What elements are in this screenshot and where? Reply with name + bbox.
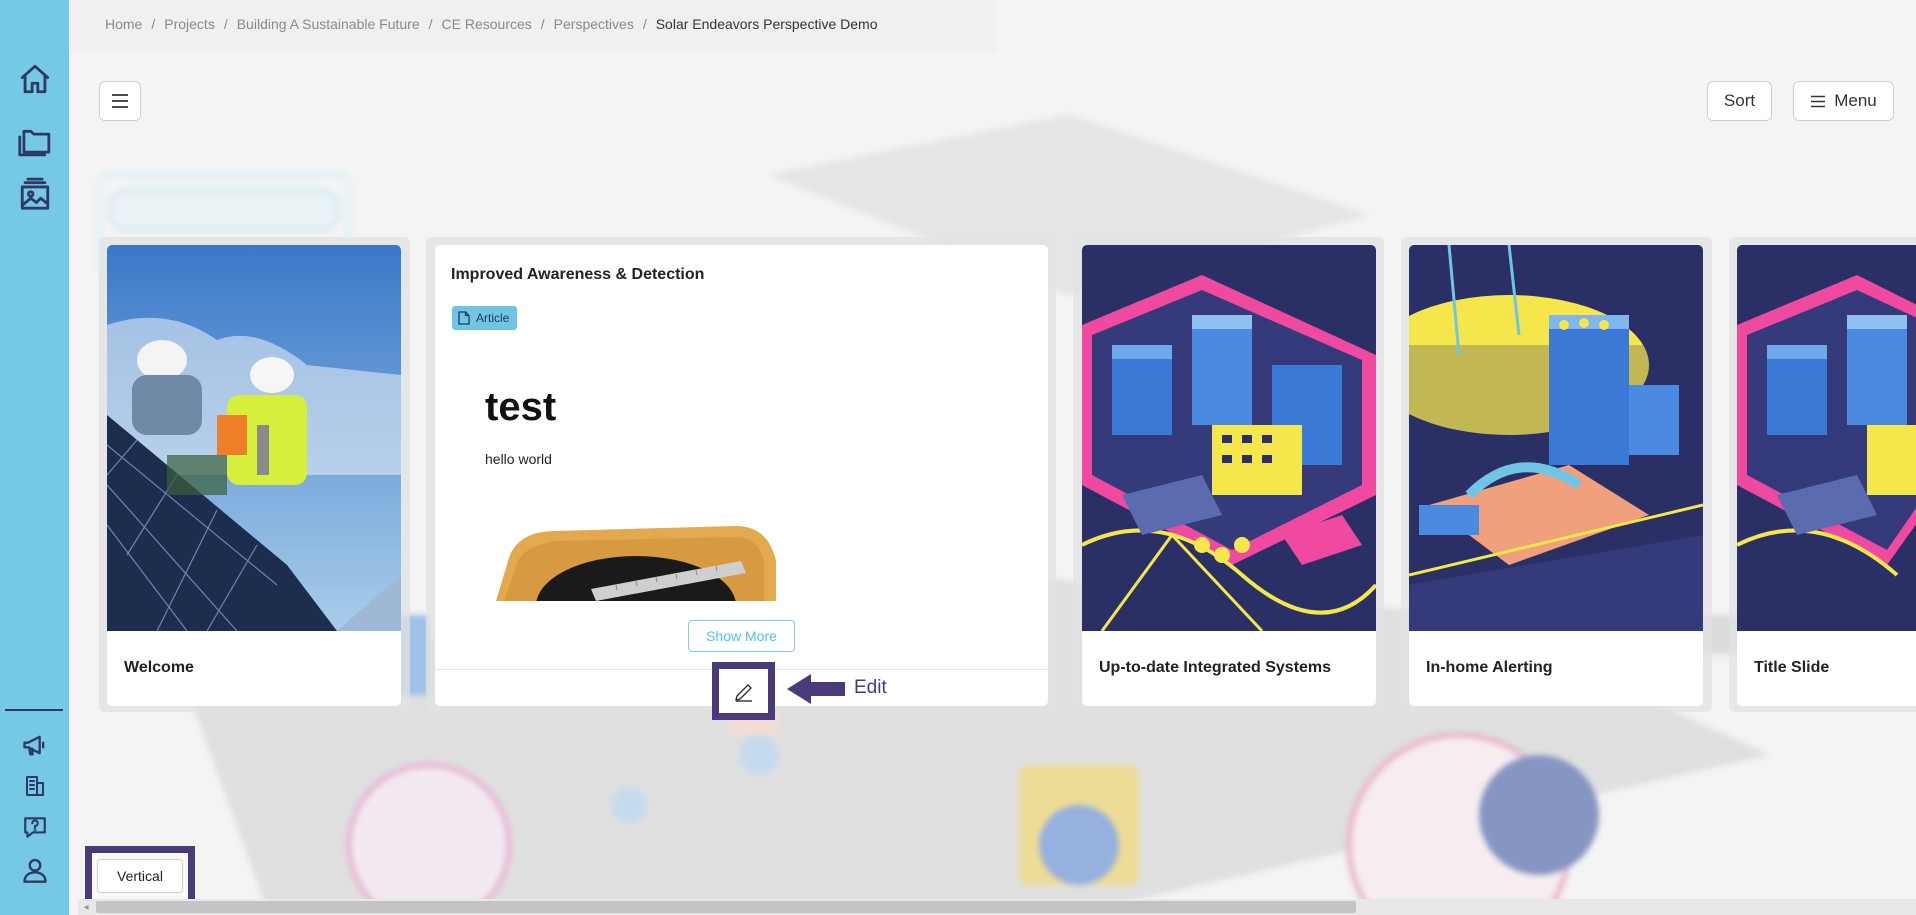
- vertical-layout-button[interactable]: Vertical: [97, 859, 183, 893]
- breadcrumb-separator: /: [642, 16, 647, 32]
- building-icon[interactable]: [16, 767, 54, 805]
- menu-button[interactable]: Menu: [1793, 81, 1894, 121]
- hamburger-button[interactable]: [99, 81, 141, 121]
- edit-annotation-label: Edit: [854, 677, 887, 698]
- breadcrumb-separator: /: [223, 16, 228, 32]
- card-integrated-systems[interactable]: Up-to-date Integrated Systems: [1082, 245, 1376, 706]
- sidebar-divider: [5, 709, 63, 711]
- scrollbar-thumb[interactable]: [96, 901, 1356, 913]
- card-welcome[interactable]: Welcome: [107, 245, 401, 706]
- pencil-icon: [734, 684, 752, 702]
- scroll-left-arrow[interactable]: ◂: [78, 899, 94, 915]
- card-image-solar-workers: [107, 245, 401, 631]
- breadcrumb-home[interactable]: Home: [105, 16, 142, 32]
- breadcrumb-separator: /: [428, 16, 433, 32]
- arrow-left-icon: [787, 674, 845, 704]
- breadcrumb: Home / Projects / Building A Sustainable Fut…: [69, 0, 996, 52]
- breadcrumb-perspectives[interactable]: Perspectives: [554, 16, 634, 32]
- megaphone-icon[interactable]: [16, 726, 54, 764]
- breadcrumb-projects[interactable]: Projects: [164, 16, 215, 32]
- sort-button[interactable]: Sort: [1707, 81, 1772, 121]
- card-image-city-transport: [1409, 245, 1703, 631]
- article-badge: Article: [452, 306, 518, 330]
- document-icon: [458, 311, 470, 325]
- card-image-city: [1082, 245, 1376, 631]
- article-image: [496, 511, 780, 601]
- card-article[interactable]: Improved Awareness & Detection Article t…: [435, 245, 1048, 706]
- card-title: Up-to-date Integrated Systems: [1099, 659, 1332, 676]
- article-badge-label: Article: [476, 311, 510, 325]
- edit-button-highlight[interactable]: [712, 662, 775, 720]
- card-title: In-home Alerting: [1426, 659, 1553, 676]
- breadcrumb-separator: /: [540, 16, 545, 32]
- article-title: Improved Awareness & Detection: [451, 266, 705, 283]
- card-title: Welcome: [124, 659, 194, 676]
- card-in-home-alerting[interactable]: In-home Alerting: [1409, 245, 1703, 706]
- breadcrumb-current: Solar Endeavors Perspective Demo: [655, 16, 878, 32]
- card-title: Title Slide: [1754, 659, 1830, 676]
- article-body: hello world: [485, 451, 552, 467]
- show-more-button[interactable]: Show More: [688, 620, 795, 652]
- breadcrumb-ce-resources[interactable]: CE Resources: [442, 16, 532, 32]
- card-image-city: [1737, 245, 1916, 631]
- menu-button-label: Menu: [1834, 91, 1877, 110]
- menu-lines-icon: [1811, 95, 1826, 107]
- article-heading: test: [485, 385, 557, 429]
- help-icon[interactable]: [16, 808, 54, 846]
- folder-icon[interactable]: [16, 122, 54, 160]
- breadcrumb-project[interactable]: Building A Sustainable Future: [237, 16, 420, 32]
- sidebar: [0, 0, 69, 915]
- gallery-icon[interactable]: [16, 175, 54, 213]
- user-icon[interactable]: [16, 851, 54, 889]
- card-title-slide[interactable]: Title Slide: [1737, 245, 1916, 706]
- home-icon[interactable]: [16, 60, 54, 98]
- breadcrumb-separator: /: [151, 16, 156, 32]
- hamburger-icon: [112, 94, 128, 108]
